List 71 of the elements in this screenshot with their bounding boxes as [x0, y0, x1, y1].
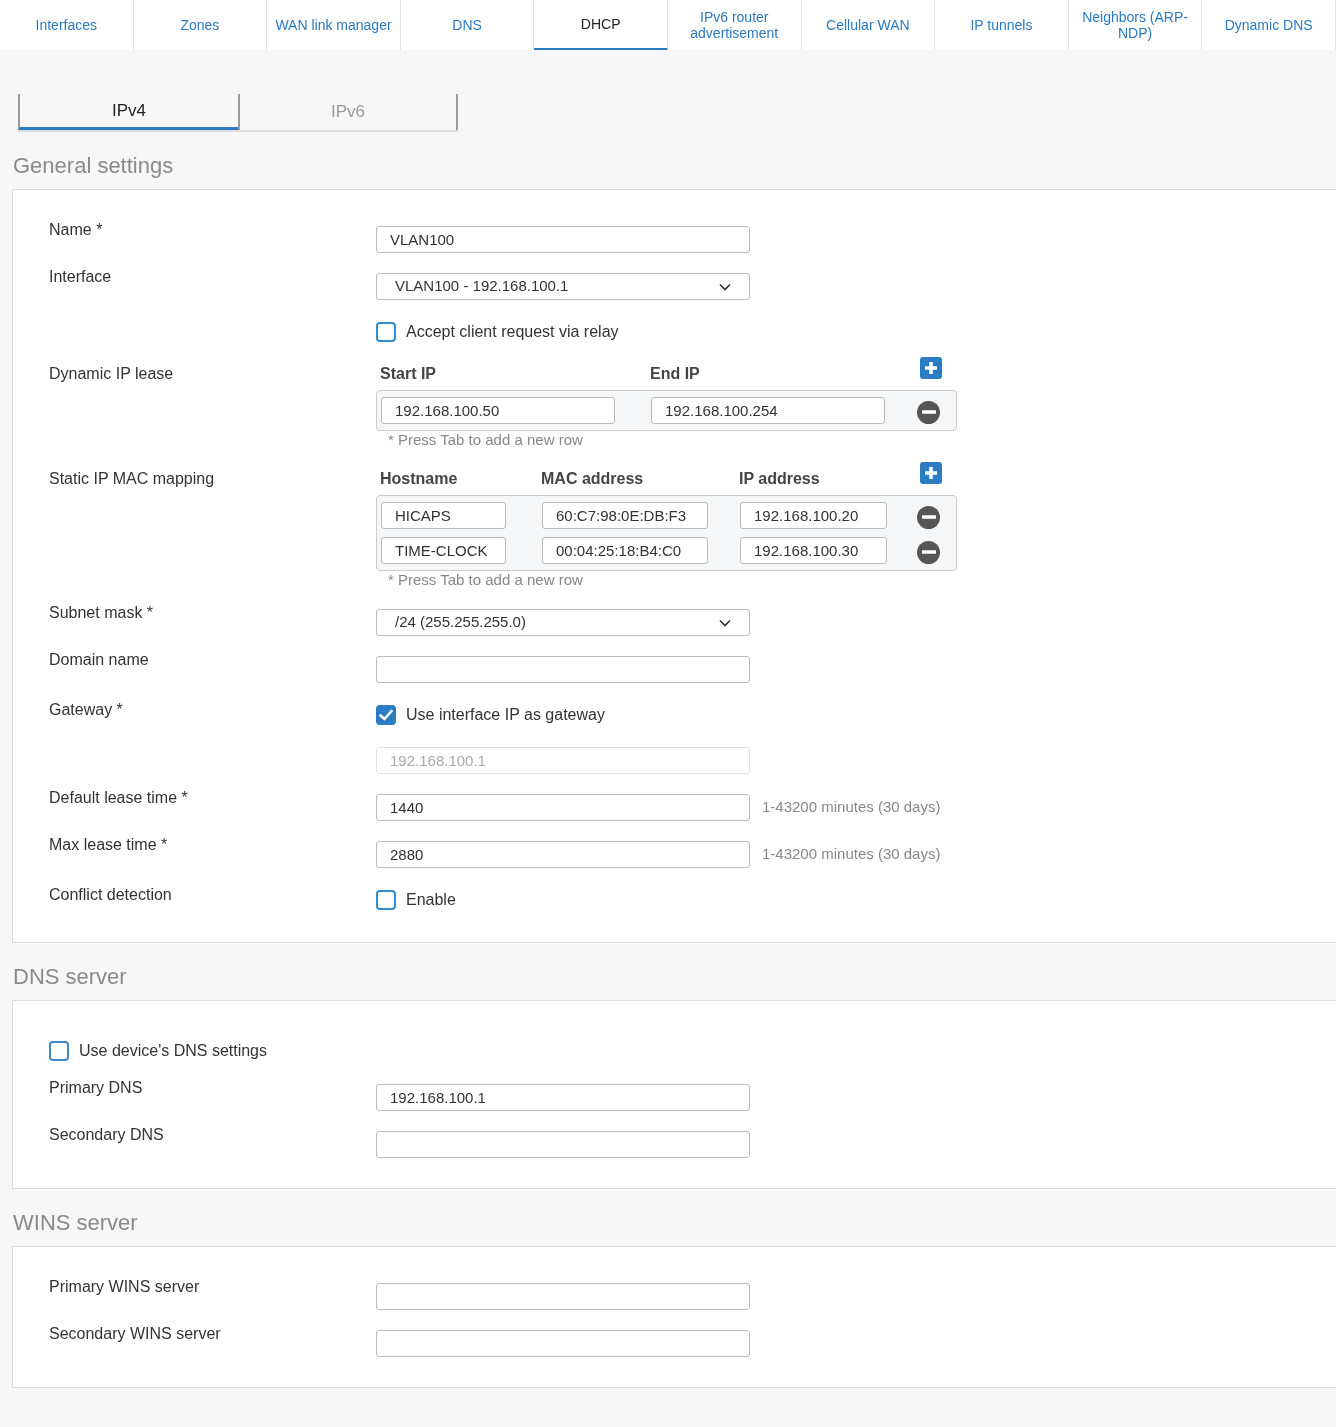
input-field[interactable]: 192.168.100.20 [740, 502, 887, 529]
input-field[interactable] [376, 1283, 750, 1310]
checkbox-label: Accept client request via relay [406, 322, 619, 342]
dropdown[interactable]: /24 (255.255.255.0) [376, 609, 750, 636]
field-label: Secondary DNS [49, 1126, 164, 1143]
nav-tab[interactable]: DNS [400, 0, 535, 50]
hint-text: * Press Tab to add a new row [388, 571, 583, 589]
field-label: Subnet mask * [49, 604, 154, 621]
nav-tab[interactable]: Cellular WAN [801, 0, 936, 50]
checkbox[interactable] [376, 705, 396, 725]
section-title: WINS server [13, 1209, 139, 1237]
column-header: End IP [650, 365, 700, 382]
remove-icon[interactable] [917, 400, 940, 424]
nav-tab[interactable]: DHCP [534, 0, 668, 50]
input-field[interactable]: 192.168.100.254 [651, 397, 885, 424]
checkbox-label: Enable [406, 890, 456, 910]
nav-tab[interactable]: IPv6 router advertisement [667, 0, 802, 50]
field-label: Domain name [49, 651, 149, 668]
input-field[interactable] [376, 656, 750, 683]
dropdown[interactable]: VLAN100 - 192.168.100.1 [376, 273, 750, 300]
nav-tab[interactable]: Neighbors (ARP-NDP) [1068, 0, 1203, 50]
input-field[interactable]: VLAN100 [376, 226, 750, 253]
field-label: Primary DNS [49, 1079, 143, 1096]
field-label: Default lease time * [49, 789, 188, 806]
field-label: Static IP MAC mapping [49, 470, 215, 487]
input-field[interactable]: 60:C7:98:0E:DB:F3 [542, 502, 708, 529]
nav-tab[interactable]: WAN link manager [267, 0, 401, 50]
chevron-down-icon [719, 618, 731, 627]
input-field[interactable]: 2880 [376, 841, 750, 868]
add-icon[interactable] [920, 462, 942, 484]
checkbox-label: Use device's DNS settings [79, 1040, 267, 1061]
nav-tab[interactable]: IP tunnels [935, 0, 1069, 50]
column-header: Start IP [380, 365, 436, 382]
add-icon[interactable] [920, 357, 942, 379]
field-label: Conflict detection [49, 886, 172, 903]
input-field[interactable] [376, 1330, 750, 1357]
input-field[interactable]: HICAPS [381, 502, 506, 529]
input-field[interactable]: 192.168.100.1 [376, 1084, 750, 1111]
hint-text: 1-43200 minutes (30 days) [762, 844, 941, 865]
sub-tab[interactable]: IPv4 [18, 94, 238, 130]
input-field[interactable]: 192.168.100.30 [740, 537, 887, 564]
checkbox[interactable] [376, 890, 396, 910]
input-field[interactable]: TIME-CLOCK [381, 537, 506, 564]
field-label: Max lease time * [49, 836, 168, 853]
input-field[interactable]: 1440 [376, 794, 750, 821]
column-header: MAC address [541, 470, 644, 487]
column-header: Hostname [380, 470, 458, 487]
field-label: Name * [49, 221, 103, 238]
nav-tab[interactable]: Dynamic DNS [1202, 0, 1336, 50]
remove-icon[interactable] [917, 540, 940, 564]
nav-tab[interactable]: Interfaces [0, 0, 134, 50]
checkbox-label: Use interface IP as gateway [406, 705, 605, 725]
input-field: 192.168.100.1 [376, 747, 750, 774]
field-label: Secondary WINS server [49, 1325, 221, 1342]
section-title: DNS server [13, 963, 128, 991]
nav-tab[interactable]: Zones [133, 0, 268, 50]
field-label: Primary WINS server [49, 1278, 200, 1295]
input-field[interactable]: 00:04:25:18:B4:C0 [542, 537, 708, 564]
checkbox[interactable] [376, 322, 396, 342]
chevron-down-icon [719, 282, 731, 291]
checkbox[interactable] [49, 1040, 69, 1061]
input-field[interactable]: 192.168.100.50 [381, 397, 615, 424]
hint-text: * Press Tab to add a new row [388, 431, 583, 449]
column-header: IP address [739, 470, 820, 487]
section-title: General settings [13, 152, 175, 180]
hint-text: 1-43200 minutes (30 days) [762, 797, 941, 818]
field-label: Dynamic IP lease [49, 365, 174, 382]
field-label: Gateway * [49, 701, 123, 718]
input-field[interactable] [376, 1131, 750, 1158]
remove-icon[interactable] [917, 505, 940, 529]
field-label: Interface [49, 268, 112, 285]
